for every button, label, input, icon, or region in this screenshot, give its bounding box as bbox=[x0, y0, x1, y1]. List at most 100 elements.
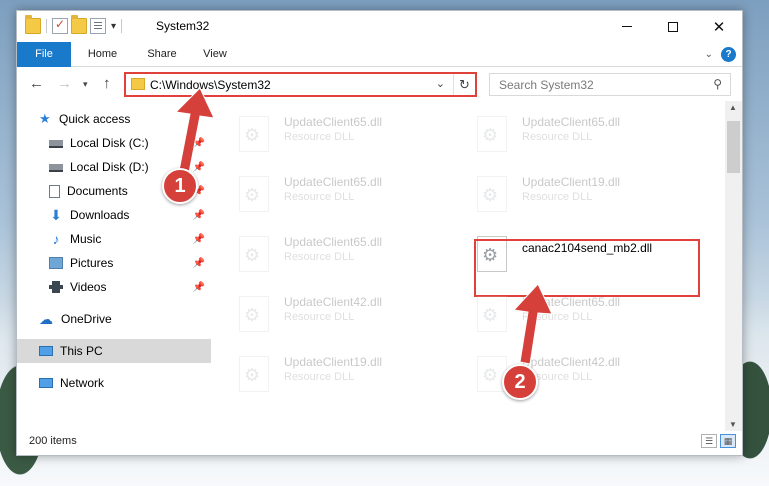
status-bar: 200 items ☰ ▦ bbox=[17, 429, 742, 455]
up-arrow-icon[interactable]: ↑ bbox=[103, 75, 111, 92]
large-icons-view-icon[interactable]: ▦ bbox=[720, 434, 736, 448]
file-item[interactable]: UpdateClient65.dll Resource DLL bbox=[450, 287, 680, 337]
help-icon[interactable]: ? bbox=[721, 47, 736, 62]
expand-ribbon-chevron-icon[interactable]: ⌄ bbox=[705, 49, 713, 60]
scroll-up-arrow-icon[interactable]: ▲ bbox=[729, 103, 737, 112]
file-type: Resource DLL bbox=[284, 251, 355, 263]
pictures-icon bbox=[49, 257, 63, 269]
search-icon[interactable]: ⚲ bbox=[713, 77, 722, 91]
sidebar-item-label: Videos bbox=[70, 280, 107, 294]
close-button[interactable]: ✕ bbox=[696, 11, 742, 42]
search-placeholder: Search System32 bbox=[499, 78, 594, 92]
maximize-button[interactable] bbox=[650, 11, 696, 42]
address-folder-icon bbox=[131, 78, 145, 90]
file-item[interactable]: UpdateClient19.dll Resource DLL bbox=[450, 167, 680, 217]
dll-file-icon bbox=[239, 236, 269, 272]
file-explorer-window: ▾ System32 ✕ File Home Share View ⌄ ? ← … bbox=[16, 10, 743, 456]
details-view-icon[interactable]: ☰ bbox=[701, 434, 717, 448]
sidebar-item-this-pc[interactable]: This PC bbox=[17, 339, 211, 363]
dll-file-icon bbox=[477, 176, 507, 212]
cloud-icon: ☁ bbox=[39, 310, 53, 327]
minimize-icon bbox=[622, 26, 632, 27]
properties-icon[interactable] bbox=[90, 18, 106, 34]
address-dropdown-chevron-icon[interactable]: ⌄ bbox=[436, 77, 445, 90]
dll-file-icon bbox=[239, 116, 269, 152]
title-bar: ▾ System32 ✕ bbox=[17, 11, 742, 42]
sidebar-item-pictures[interactable]: Pictures 📌 bbox=[17, 251, 211, 275]
sidebar-item-label: This PC bbox=[60, 344, 103, 358]
sidebar-item-label: Local Disk (C:) bbox=[70, 136, 149, 150]
pin-icon[interactable]: 📌 bbox=[193, 162, 205, 173]
sidebar-item-downloads[interactable]: ⬇ Downloads 📌 bbox=[17, 203, 211, 227]
quick-access-toolbar: ▾ bbox=[25, 15, 124, 34]
pin-icon[interactable]: 📌 bbox=[193, 282, 205, 293]
drive-icon bbox=[49, 164, 63, 172]
new-folder-icon[interactable] bbox=[71, 15, 87, 34]
recent-locations-chevron-icon[interactable]: ▾ bbox=[83, 79, 88, 90]
sidebar-item-music[interactable]: ♪ Music 📌 bbox=[17, 227, 211, 251]
item-count: 200 items bbox=[29, 435, 77, 447]
file-item[interactable]: UpdateClient65.dll Resource DLL bbox=[212, 227, 442, 277]
file-list: UpdateClient65.dll Resource DLL UpdateCl… bbox=[212, 101, 724, 431]
file-item[interactable]: UpdateClient19.dll Resource DLL bbox=[212, 347, 442, 397]
file-item[interactable]: UpdateClient65.dll Resource DLL bbox=[212, 107, 442, 157]
tab-file[interactable]: File bbox=[17, 42, 71, 67]
scroll-down-arrow-icon[interactable]: ▼ bbox=[729, 420, 737, 429]
tab-home[interactable]: Home bbox=[75, 42, 130, 67]
file-type: Resource DLL bbox=[522, 131, 593, 143]
sidebar-item-network[interactable]: Network bbox=[17, 371, 211, 395]
tab-share[interactable]: Share bbox=[137, 42, 187, 67]
file-type: Resource DLL bbox=[522, 311, 593, 323]
customize-toolbar-chevron-icon[interactable]: ▾ bbox=[111, 21, 116, 32]
forward-arrow-icon[interactable]: → bbox=[57, 75, 72, 92]
music-note-icon: ♪ bbox=[52, 231, 60, 247]
dll-file-icon bbox=[239, 356, 269, 392]
sidebar-item-onedrive[interactable]: ☁ OneDrive bbox=[17, 307, 211, 331]
navigation-pane: ★ Quick access Local Disk (C:) 📌 Local D… bbox=[17, 101, 211, 431]
address-path[interactable]: C:\Windows\System32 bbox=[150, 78, 271, 92]
minimize-button[interactable] bbox=[604, 11, 650, 42]
back-arrow-icon[interactable]: ← bbox=[29, 75, 44, 92]
file-item[interactable]: UpdateClient42.dll Resource DLL bbox=[212, 287, 442, 337]
toolbar-divider bbox=[46, 19, 47, 33]
file-item[interactable]: UpdateClient65.dll Resource DLL bbox=[450, 107, 680, 157]
file-name: UpdateClient65.dll bbox=[522, 295, 621, 309]
file-type: Resource DLL bbox=[284, 131, 355, 143]
sidebar-item-label: Downloads bbox=[70, 208, 130, 222]
view-toggle-group: ☰ ▦ bbox=[701, 434, 736, 448]
video-film-icon bbox=[49, 281, 63, 293]
pin-icon[interactable]: 📌 bbox=[193, 210, 205, 221]
sidebar-item-local-disk-c[interactable]: Local Disk (C:) 📌 bbox=[17, 131, 211, 155]
properties-check-icon[interactable] bbox=[52, 17, 68, 34]
search-input[interactable]: Search System32 ⚲ bbox=[489, 73, 731, 96]
drive-icon bbox=[49, 140, 63, 148]
sidebar-item-label: Documents bbox=[67, 184, 128, 198]
file-type: Resource DLL bbox=[284, 191, 355, 203]
computer-monitor-icon bbox=[39, 346, 53, 356]
callout-badge-1: 1 bbox=[162, 168, 198, 204]
file-item[interactable]: UpdateClient42.dll Resource DLL bbox=[450, 347, 680, 397]
navigation-bar: ← → ▾ ↑ C:\Windows\System32 ⌄ ↻ Search S… bbox=[17, 68, 742, 101]
sidebar-item-quick-access[interactable]: ★ Quick access bbox=[39, 107, 211, 131]
file-name: UpdateClient19.dll bbox=[522, 175, 621, 189]
dll-file-icon bbox=[477, 296, 507, 332]
sidebar-item-label: Music bbox=[70, 232, 102, 246]
pin-icon[interactable]: 📌 bbox=[193, 258, 205, 269]
refresh-icon[interactable]: ↻ bbox=[453, 74, 475, 95]
callout-badge-2: 2 bbox=[502, 364, 538, 400]
address-bar[interactable]: C:\Windows\System32 ⌄ ↻ bbox=[124, 72, 477, 97]
vertical-scrollbar[interactable]: ▲ ▼ bbox=[725, 101, 742, 431]
network-icon bbox=[39, 378, 53, 388]
tab-view[interactable]: View bbox=[193, 42, 237, 67]
file-name: UpdateClient42.dll bbox=[284, 295, 383, 309]
download-arrow-icon: ⬇ bbox=[50, 206, 62, 223]
sidebar-item-videos[interactable]: Videos 📌 bbox=[17, 275, 211, 299]
pin-icon[interactable]: 📌 bbox=[193, 234, 205, 245]
dll-file-icon bbox=[239, 296, 269, 332]
scrollbar-thumb[interactable] bbox=[727, 121, 740, 173]
pin-icon[interactable]: 📌 bbox=[193, 138, 205, 149]
file-type: Resource DLL bbox=[522, 191, 593, 203]
toolbar-divider bbox=[121, 19, 123, 33]
file-item[interactable]: UpdateClient65.dll Resource DLL bbox=[212, 167, 442, 217]
ribbon-right-controls: ⌄ ? bbox=[705, 47, 736, 62]
